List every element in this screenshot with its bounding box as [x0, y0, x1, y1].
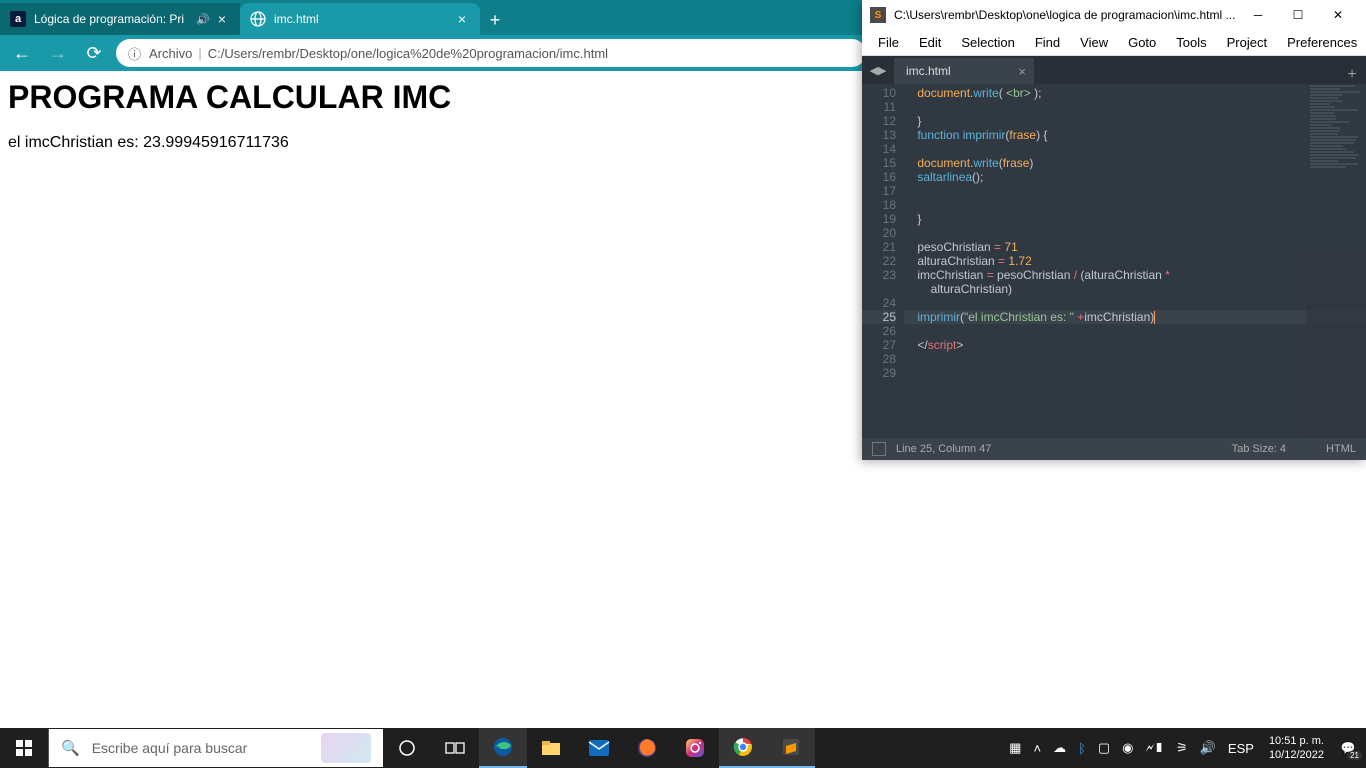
instagram-icon[interactable] [671, 728, 719, 768]
audio-icon[interactable]: 🔊 [196, 13, 210, 26]
sublime-logo-icon: S [870, 7, 886, 23]
location-icon[interactable]: ◉ [1119, 740, 1136, 756]
firefox-icon[interactable] [623, 728, 671, 768]
mail-icon[interactable] [575, 728, 623, 768]
gutter: 1011121314151617181920212223242526272829 [862, 84, 904, 438]
tab-label: imc.html [274, 12, 454, 26]
sublime-taskbar-icon[interactable] [767, 728, 815, 768]
language-indicator[interactable]: ESP [1225, 741, 1257, 756]
tab-nav-arrows[interactable]: ◀▶ [862, 56, 894, 84]
url-text: C:/Users/rembr/Desktop/one/logica%20de%2… [208, 46, 608, 61]
menu-file[interactable]: File [868, 35, 909, 50]
sublime-tab[interactable]: imc.html × [894, 58, 1034, 84]
battery-icon[interactable]: 🗲▮ [1143, 740, 1168, 756]
notifications-icon[interactable]: 💬21 [1336, 736, 1360, 760]
notif-badge: 21 [1347, 751, 1362, 760]
close-icon[interactable]: × [214, 11, 230, 27]
code-area[interactable]: document.write( <br> ); } function impri… [904, 84, 1366, 438]
menu-view[interactable]: View [1070, 35, 1118, 50]
volume-icon[interactable]: 🔊 [1197, 740, 1219, 756]
search-icon: 🔍 [61, 739, 80, 757]
alura-favicon: a [10, 11, 26, 27]
minimap[interactable] [1306, 84, 1366, 438]
url-prefix: Archivo [149, 46, 192, 61]
browser-tab-inactive[interactable]: a Lógica de programación: Pri 🔊 × [0, 3, 240, 35]
taskbar: 🔍 Escribe aquí para buscar ▦ ˄ ☁ ᛒ ▢ ◉ 🗲… [0, 728, 1366, 768]
menu-preferences[interactable]: Preferences [1277, 35, 1366, 50]
time-text: 10:51 p. m. [1269, 734, 1324, 748]
search-placeholder: Escribe aquí para buscar [92, 740, 248, 756]
back-button[interactable]: ← [8, 39, 36, 67]
menu-selection[interactable]: Selection [951, 35, 1024, 50]
forward-button[interactable]: → [44, 39, 72, 67]
reload-button[interactable]: ⟳ [80, 39, 108, 67]
status-language[interactable]: HTML [1326, 443, 1356, 455]
globe-icon [250, 11, 266, 27]
explorer-icon[interactable] [527, 728, 575, 768]
sublime-titlebar[interactable]: S C:\Users\rembr\Desktop\one\logica de p… [862, 0, 1366, 30]
search-highlight-icon[interactable] [321, 733, 371, 763]
menu-edit[interactable]: Edit [909, 35, 951, 50]
chrome-icon[interactable] [719, 728, 767, 768]
onedrive-icon[interactable]: ☁ [1050, 740, 1069, 756]
close-icon[interactable]: × [454, 11, 470, 27]
sublime-statusbar: Line 25, Column 47 Tab Size: 4 HTML [862, 438, 1366, 460]
news-icon[interactable]: ▦ [1006, 740, 1024, 756]
clock[interactable]: 10:51 p. m. 10/12/2022 [1263, 734, 1330, 762]
browser-tab-active[interactable]: imc.html × [240, 3, 480, 35]
status-tabsize[interactable]: Tab Size: 4 [1232, 443, 1286, 455]
chevron-up-icon[interactable]: ˄ [1030, 741, 1044, 756]
sublime-menu: FileEditSelectionFindViewGotoToolsProjec… [862, 30, 1366, 56]
status-position: Line 25, Column 47 [896, 443, 991, 455]
bluetooth-icon[interactable]: ᛒ [1075, 741, 1089, 756]
new-tab-button[interactable]: + [480, 5, 510, 35]
menu-tools[interactable]: Tools [1166, 35, 1216, 50]
divider: | [198, 46, 201, 61]
edge-icon[interactable] [479, 728, 527, 768]
sublime-new-tab[interactable]: + [1338, 66, 1366, 84]
info-icon[interactable]: ⓘ [128, 44, 141, 63]
system-tray: ▦ ˄ ☁ ᛒ ▢ ◉ 🗲▮ ⚞ 🔊 ESP 10:51 p. m. 10/12… [1006, 734, 1366, 762]
date-text: 10/12/2022 [1269, 748, 1324, 762]
sublime-window: S C:\Users\rembr\Desktop\one\logica de p… [862, 0, 1366, 460]
wifi-icon[interactable]: ⚞ [1173, 740, 1191, 756]
task-icons [383, 728, 815, 768]
sublime-tab-label: imc.html [906, 64, 951, 78]
menu-project[interactable]: Project [1217, 35, 1277, 50]
start-button[interactable] [0, 728, 48, 768]
close-icon[interactable]: × [1018, 64, 1026, 79]
sublime-title-path: C:\Users\rembr\Desktop\one\logica de pro… [894, 8, 1238, 22]
sublime-tabstrip: ◀▶ imc.html × + [862, 56, 1366, 84]
minimize-button[interactable]: ─ [1238, 0, 1278, 30]
panel-icon[interactable] [872, 442, 886, 456]
sublime-editor[interactable]: 1011121314151617181920212223242526272829… [862, 84, 1366, 438]
maximize-button[interactable]: ☐ [1278, 0, 1318, 30]
close-button[interactable]: ✕ [1318, 0, 1358, 30]
url-field[interactable]: ⓘ Archivo | C:/Users/rembr/Desktop/one/l… [116, 39, 866, 67]
taskbar-search[interactable]: 🔍 Escribe aquí para buscar [48, 729, 383, 767]
menu-goto[interactable]: Goto [1118, 35, 1166, 50]
menu-find[interactable]: Find [1025, 35, 1070, 50]
cortana-icon[interactable] [383, 728, 431, 768]
taskview-icon[interactable] [431, 728, 479, 768]
meet-now-icon[interactable]: ▢ [1095, 740, 1113, 756]
tab-label: Lógica de programación: Pri [34, 12, 196, 26]
